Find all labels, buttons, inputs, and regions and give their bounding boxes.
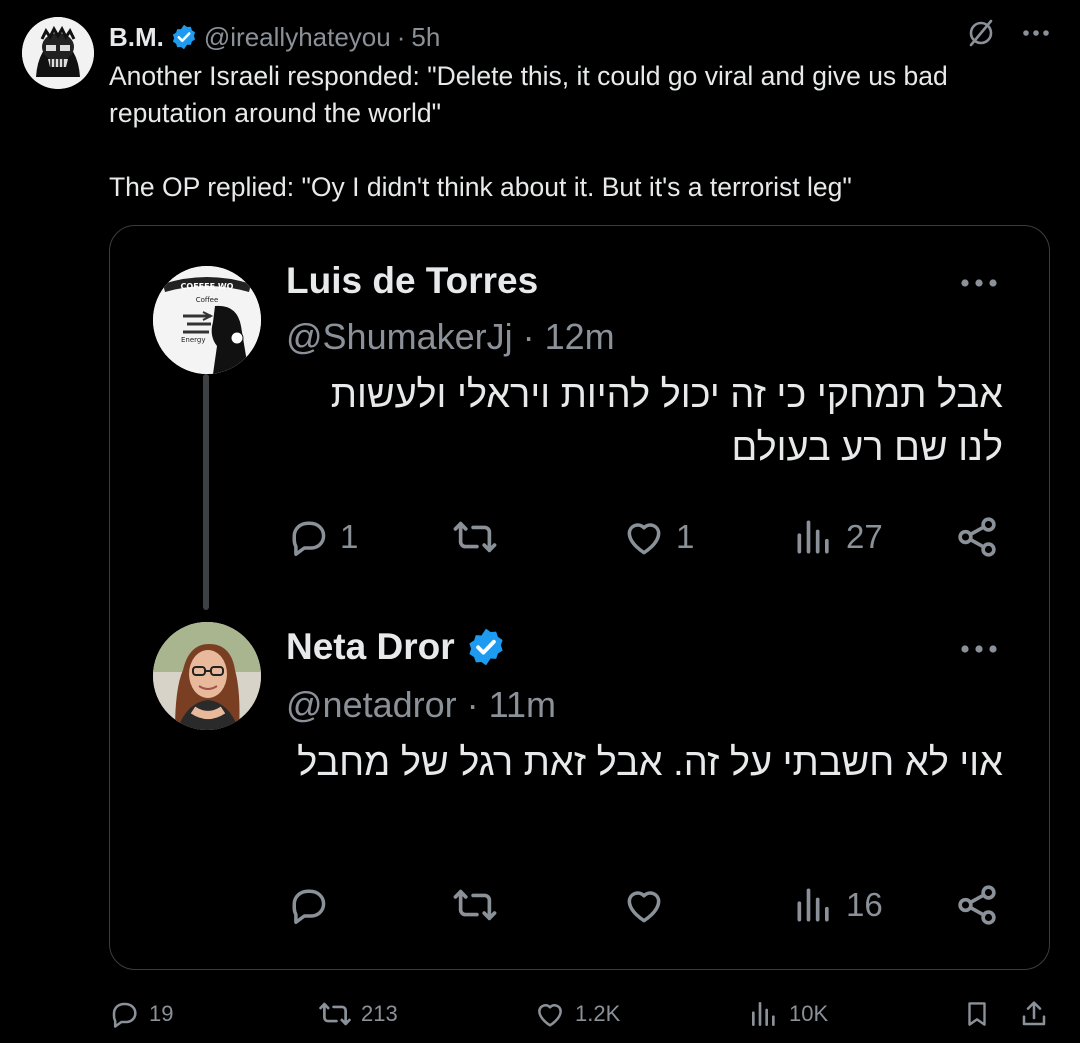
retweet-icon: [453, 889, 497, 921]
svg-text:Energy: Energy: [181, 336, 206, 344]
retweet-button[interactable]: [452, 512, 508, 562]
tweet: B.M. @ireallyhateyou · 5h Another Israel: [0, 0, 1080, 1043]
reply-count: 19: [149, 1001, 174, 1026]
quoted-author-name-text: Neta Dror: [286, 626, 455, 667]
author-handle[interactable]: @ireallyhateyou: [204, 22, 391, 53]
quoted-author-handle-line: @netadror · 11m: [286, 684, 556, 726]
retweet-icon: [453, 521, 497, 553]
quoted-tweet-actions: 1 1 27: [286, 512, 1006, 562]
header-actions: [966, 18, 1050, 48]
like-button[interactable]: 1: [622, 512, 694, 562]
more-options-icon[interactable]: [1022, 29, 1050, 37]
quoted-timestamp[interactable]: 12m: [545, 316, 615, 357]
quoted-tweet-text: אבל תמחקי כי זה יכול להיות ויראלי ולעשות…: [330, 374, 1003, 469]
views-icon: [797, 520, 829, 554]
quoted-tweet-card[interactable]: COFFEE WO Coffee Energy Luis de Torres @…: [109, 225, 1050, 970]
tweet-header: B.M. @ireallyhateyou · 5h: [109, 20, 440, 54]
quoted-author-handle-line: @ShumakerJj · 12m: [286, 316, 615, 358]
bookmark-icon: [968, 1002, 986, 1026]
dot-separator: ·: [522, 316, 545, 357]
quoted-handle[interactable]: @netadror: [286, 684, 457, 725]
views-button[interactable]: 27: [792, 512, 883, 562]
author-avatar[interactable]: [22, 17, 94, 89]
dot-separator: ·: [466, 684, 489, 725]
reply-icon: [292, 889, 326, 924]
heart-icon: [627, 523, 661, 555]
timestamp[interactable]: 5h: [411, 22, 440, 53]
retweet-button[interactable]: 213: [318, 992, 398, 1036]
reply-button[interactable]: 19: [108, 992, 173, 1036]
like-button[interactable]: 1.2K: [534, 992, 620, 1036]
more-options-icon[interactable]: [960, 644, 998, 654]
heart-icon: [627, 891, 661, 923]
share-button[interactable]: [954, 880, 1000, 930]
dot-separator: ·: [396, 21, 406, 52]
tweet-actions: 19 213 1.2K 10K: [0, 992, 1080, 1036]
quoted-tweet-actions: 16: [286, 880, 1006, 930]
quoted-tweet-text: אוי לא חשבתי על זה. אבל זאת רגל של מחבל: [297, 742, 1003, 784]
share-icon: [958, 517, 996, 557]
verified-badge-icon: [465, 626, 507, 668]
quoted-author-name-text: Luis de Torres: [286, 260, 539, 301]
views-button[interactable]: 16: [792, 880, 883, 930]
reply-icon: [112, 1002, 137, 1028]
heart-icon: [538, 1004, 562, 1027]
svg-text:COFFEE WO: COFFEE WO: [181, 282, 234, 291]
quoted-author-name[interactable]: Neta Dror: [286, 626, 507, 668]
like-count: 1.2K: [575, 1001, 621, 1026]
share-button[interactable]: [954, 512, 1000, 562]
thread-connector: [203, 374, 209, 610]
share-icon: [958, 885, 996, 925]
views-icon: [752, 1002, 775, 1026]
retweet-count: 213: [361, 1001, 398, 1026]
svg-text:Coffee: Coffee: [196, 296, 219, 304]
grok-icon[interactable]: [966, 18, 996, 48]
quoted-handle[interactable]: @ShumakerJj: [286, 316, 513, 357]
author-name[interactable]: B.M.: [109, 22, 164, 53]
views-count: 16: [846, 886, 883, 923]
views-icon: [797, 888, 829, 922]
like-button[interactable]: [622, 880, 676, 930]
like-count: 1: [676, 518, 695, 555]
retweet-icon: [319, 1002, 351, 1026]
quoted-avatar-luis[interactable]: COFFEE WO Coffee Energy: [153, 266, 261, 374]
reply-count: 1: [340, 518, 359, 555]
reply-button[interactable]: 1: [286, 512, 358, 562]
verified-badge-icon: [170, 23, 198, 51]
more-options-icon[interactable]: [960, 278, 998, 288]
share-button[interactable]: [1018, 992, 1050, 1036]
quoted-author-name[interactable]: Luis de Torres: [286, 260, 538, 302]
views-button[interactable]: 10K: [748, 992, 828, 1036]
quoted-avatar-neta[interactable]: [153, 622, 261, 730]
views-count: 10K: [789, 1001, 829, 1026]
reply-button[interactable]: [286, 880, 340, 930]
tweet-text: Another Israeli responded: "Delete this,…: [109, 61, 948, 202]
retweet-button[interactable]: [452, 880, 508, 930]
bookmark-button[interactable]: [962, 992, 992, 1036]
upload-icon: [1022, 1001, 1046, 1026]
reply-icon: [292, 521, 326, 556]
quoted-timestamp[interactable]: 11m: [489, 684, 556, 725]
views-count: 27: [846, 518, 883, 555]
